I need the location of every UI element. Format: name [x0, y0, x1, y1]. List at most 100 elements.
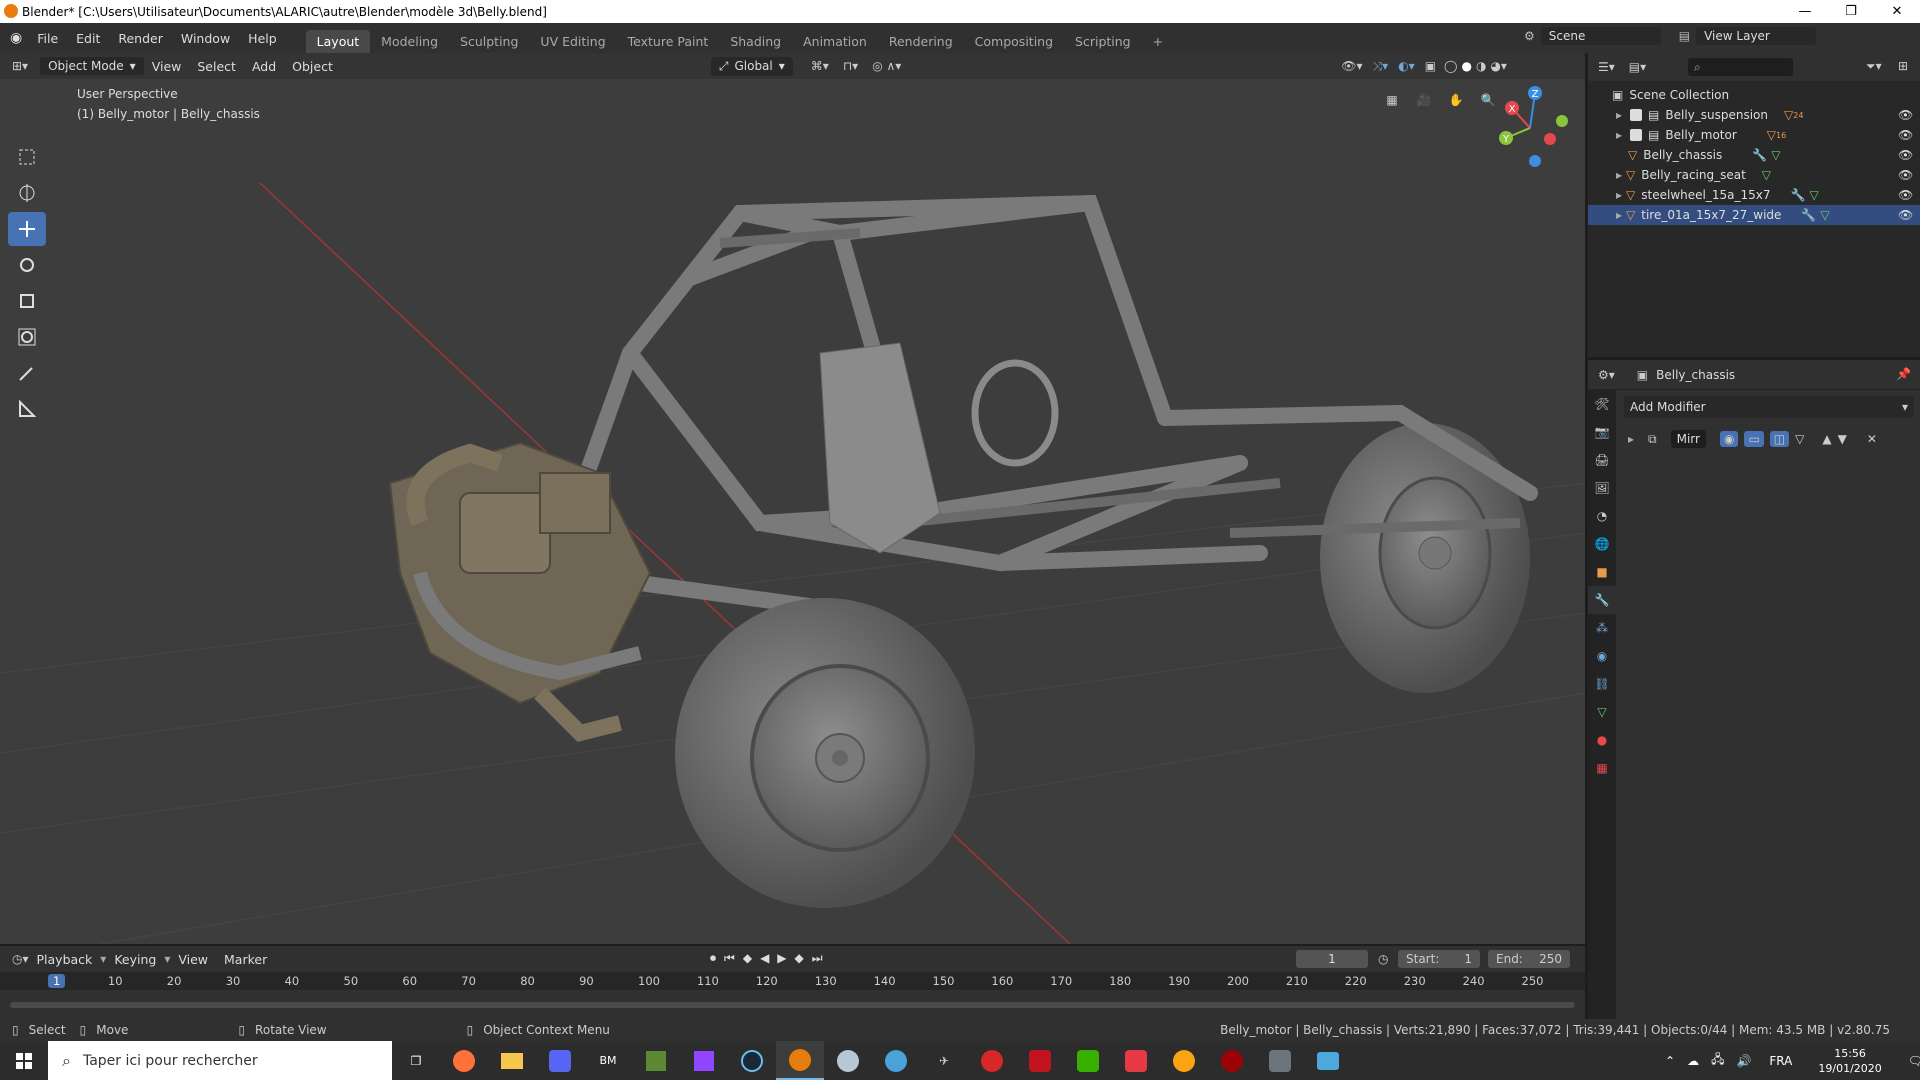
discord-icon[interactable] — [536, 1041, 584, 1080]
editor-type-icon[interactable]: ⊞▾ — [12, 59, 28, 73]
notifications-icon[interactable]: 🗨 — [1908, 1054, 1920, 1068]
jump-start-icon[interactable]: ⏮ — [724, 951, 735, 966]
scene-selector[interactable]: Scene — [1540, 27, 1661, 45]
minecraft-icon[interactable] — [632, 1041, 680, 1080]
menu-select[interactable]: Select — [189, 57, 244, 76]
frame-ruler[interactable]: 1 10 20 30 40 50 60 70 80 90 100 110 120 130 140 150 160… — [0, 972, 1585, 990]
tab-texture-paint[interactable]: Texture Paint — [617, 30, 720, 53]
modifier-name-field[interactable]: Mirr — [1670, 430, 1706, 448]
tab-shading[interactable]: Shading — [719, 30, 792, 53]
task-view-icon[interactable]: ❐ — [392, 1041, 440, 1080]
app-icon[interactable] — [968, 1041, 1016, 1080]
record-icon[interactable]: ⏺ — [710, 951, 716, 966]
constraints-tab-icon[interactable]: ⛓ — [1588, 670, 1616, 698]
material-tab-icon[interactable]: ● — [1588, 726, 1616, 754]
scene-collection-row[interactable]: ▣ Scene Collection — [1588, 85, 1920, 105]
menu-render[interactable]: Render — [109, 31, 172, 46]
jump-end-icon[interactable]: ⏭ — [812, 951, 823, 966]
eye-icon[interactable]: 👁 — [1898, 148, 1913, 162]
modifier-tab-icon[interactable]: 🔧 — [1588, 586, 1616, 614]
axis-gizmo[interactable]: Z X Y — [1490, 83, 1570, 173]
scene-tab-icon[interactable]: ◔ — [1588, 502, 1616, 530]
transform-orientation-dropdown[interactable]: ⤢ Global ▾ — [710, 56, 793, 76]
move-up-icon[interactable]: ▲ — [1822, 432, 1831, 446]
filter-icon[interactable]: ⏷▾ — [1866, 59, 1882, 74]
snap-icon[interactable]: ⊓▾ — [843, 59, 858, 73]
expand-arrow-icon[interactable]: ▸ — [1628, 432, 1634, 446]
xray-icon[interactable]: ▣ — [1425, 59, 1436, 73]
physics-tab-icon[interactable]: ◉ — [1588, 642, 1616, 670]
eye-icon[interactable]: 👁 — [1898, 208, 1913, 222]
proportional-edit-icon[interactable]: ◎ ∧▾ — [872, 59, 901, 73]
checkbox-icon[interactable] — [1630, 129, 1643, 141]
eye-icon[interactable]: 👁 — [1898, 188, 1913, 202]
tab-scripting[interactable]: Scripting — [1064, 30, 1142, 53]
current-frame-field[interactable]: 1 — [1296, 950, 1368, 968]
output-tab-icon[interactable]: 🖨 — [1588, 446, 1616, 474]
object-tab-icon[interactable]: ■ — [1588, 558, 1616, 586]
camera-view-icon[interactable]: 🎥 — [1412, 88, 1436, 112]
play-icon[interactable]: ▶ — [777, 951, 786, 966]
add-modifier-dropdown[interactable]: Add Modifier ▾ — [1624, 396, 1914, 418]
expand-arrow-icon[interactable]: ▸ — [1616, 108, 1622, 122]
render-toggle-icon[interactable]: ◫ — [1769, 431, 1790, 447]
onedrive-icon[interactable]: ☁ — [1687, 1054, 1699, 1068]
app-icon[interactable] — [872, 1041, 920, 1080]
shading-material-icon[interactable]: ◑ — [1476, 59, 1486, 73]
measure-tool[interactable] — [8, 392, 46, 426]
chevron-up-icon[interactable]: ⌃ — [1665, 1054, 1675, 1068]
eye-icon[interactable]: 👁 — [1898, 168, 1913, 182]
eye-icon[interactable]: 👁 — [1898, 128, 1913, 142]
visibility-icon[interactable]: 👁▾ — [1341, 59, 1362, 73]
move-tool[interactable] — [8, 212, 46, 246]
play-reverse-icon[interactable]: ◀ — [760, 951, 769, 966]
tab-compositing[interactable]: Compositing — [964, 30, 1064, 53]
world-tab-icon[interactable]: 🌐 — [1588, 530, 1616, 558]
blender-taskbar-icon[interactable] — [776, 1041, 824, 1080]
gizmo-toggle-icon[interactable]: ⤨▾ — [1373, 59, 1389, 74]
menu-add[interactable]: Add — [244, 57, 284, 76]
cursor-tool[interactable] — [8, 176, 46, 210]
add-workspace-button[interactable]: + — [1142, 30, 1174, 53]
expand-arrow-icon[interactable]: ▸ — [1616, 168, 1622, 182]
cage-toggle-icon[interactable]: ▽ — [1795, 432, 1804, 446]
tab-rendering[interactable]: Rendering — [878, 30, 964, 53]
shading-rendered-icon[interactable]: ◕▾ — [1490, 59, 1507, 73]
outliner-item[interactable]: ▸ ▽ Belly_racing_seat ▽ 👁 — [1588, 165, 1920, 185]
menu-keying[interactable]: Keying — [106, 950, 164, 969]
render-tab-icon[interactable]: 📷 — [1588, 418, 1616, 446]
input-language[interactable]: FRA — [1769, 1054, 1792, 1068]
expand-arrow-icon[interactable]: ▸ — [1616, 208, 1622, 222]
remove-modifier-icon[interactable]: ✕ — [1867, 432, 1877, 446]
close-button[interactable]: ✕ — [1874, 0, 1920, 23]
outliner-item[interactable]: ▸ ▤ Belly_motor ▽ 16 👁 — [1588, 125, 1920, 145]
menu-marker[interactable]: Marker — [216, 950, 275, 969]
select-box-tool[interactable] — [8, 140, 46, 174]
display-mode-icon[interactable]: ▤▾ — [1629, 60, 1646, 74]
toggle-perspective-icon[interactable]: ▦ — [1380, 88, 1404, 112]
editmode-toggle-icon[interactable]: ◉ — [1719, 431, 1739, 447]
app-icon[interactable] — [1016, 1041, 1064, 1080]
steam-icon[interactable] — [728, 1041, 776, 1080]
outliner-item[interactable]: ▸ ▤ Belly_suspension ▽ 24 👁 — [1588, 105, 1920, 125]
tab-sculpting[interactable]: Sculpting — [449, 30, 529, 53]
menu-object[interactable]: Object — [284, 57, 341, 76]
eye-icon[interactable]: 👁 — [1898, 108, 1913, 122]
rotate-tool[interactable] — [8, 248, 46, 282]
file-explorer-icon[interactable] — [488, 1041, 536, 1080]
pan-hand-icon[interactable]: ✋ — [1444, 88, 1468, 112]
volume-icon[interactable]: 🔊 — [1736, 1054, 1751, 1068]
expand-arrow-icon[interactable]: ▸ — [1616, 188, 1622, 202]
app-icon[interactable] — [1112, 1041, 1160, 1080]
app-icon[interactable]: BM — [584, 1041, 632, 1080]
outliner-item[interactable]: ▽ Belly_chassis 🔧 ▽ 👁 — [1588, 145, 1920, 165]
view-layer-selector[interactable]: View Layer — [1696, 27, 1817, 45]
outliner-item-selected[interactable]: ▸ ▽ tire_01a_15x7_27_wide 🔧 ▽ 👁 — [1588, 205, 1920, 225]
menu-file[interactable]: File — [28, 31, 67, 46]
firefox-icon[interactable] — [440, 1041, 488, 1080]
twitch-icon[interactable] — [680, 1041, 728, 1080]
tab-modeling[interactable]: Modeling — [370, 30, 449, 53]
menu-window[interactable]: Window — [172, 31, 239, 46]
app-icon[interactable] — [1160, 1041, 1208, 1080]
pin-icon[interactable]: 📌 — [1896, 367, 1911, 381]
